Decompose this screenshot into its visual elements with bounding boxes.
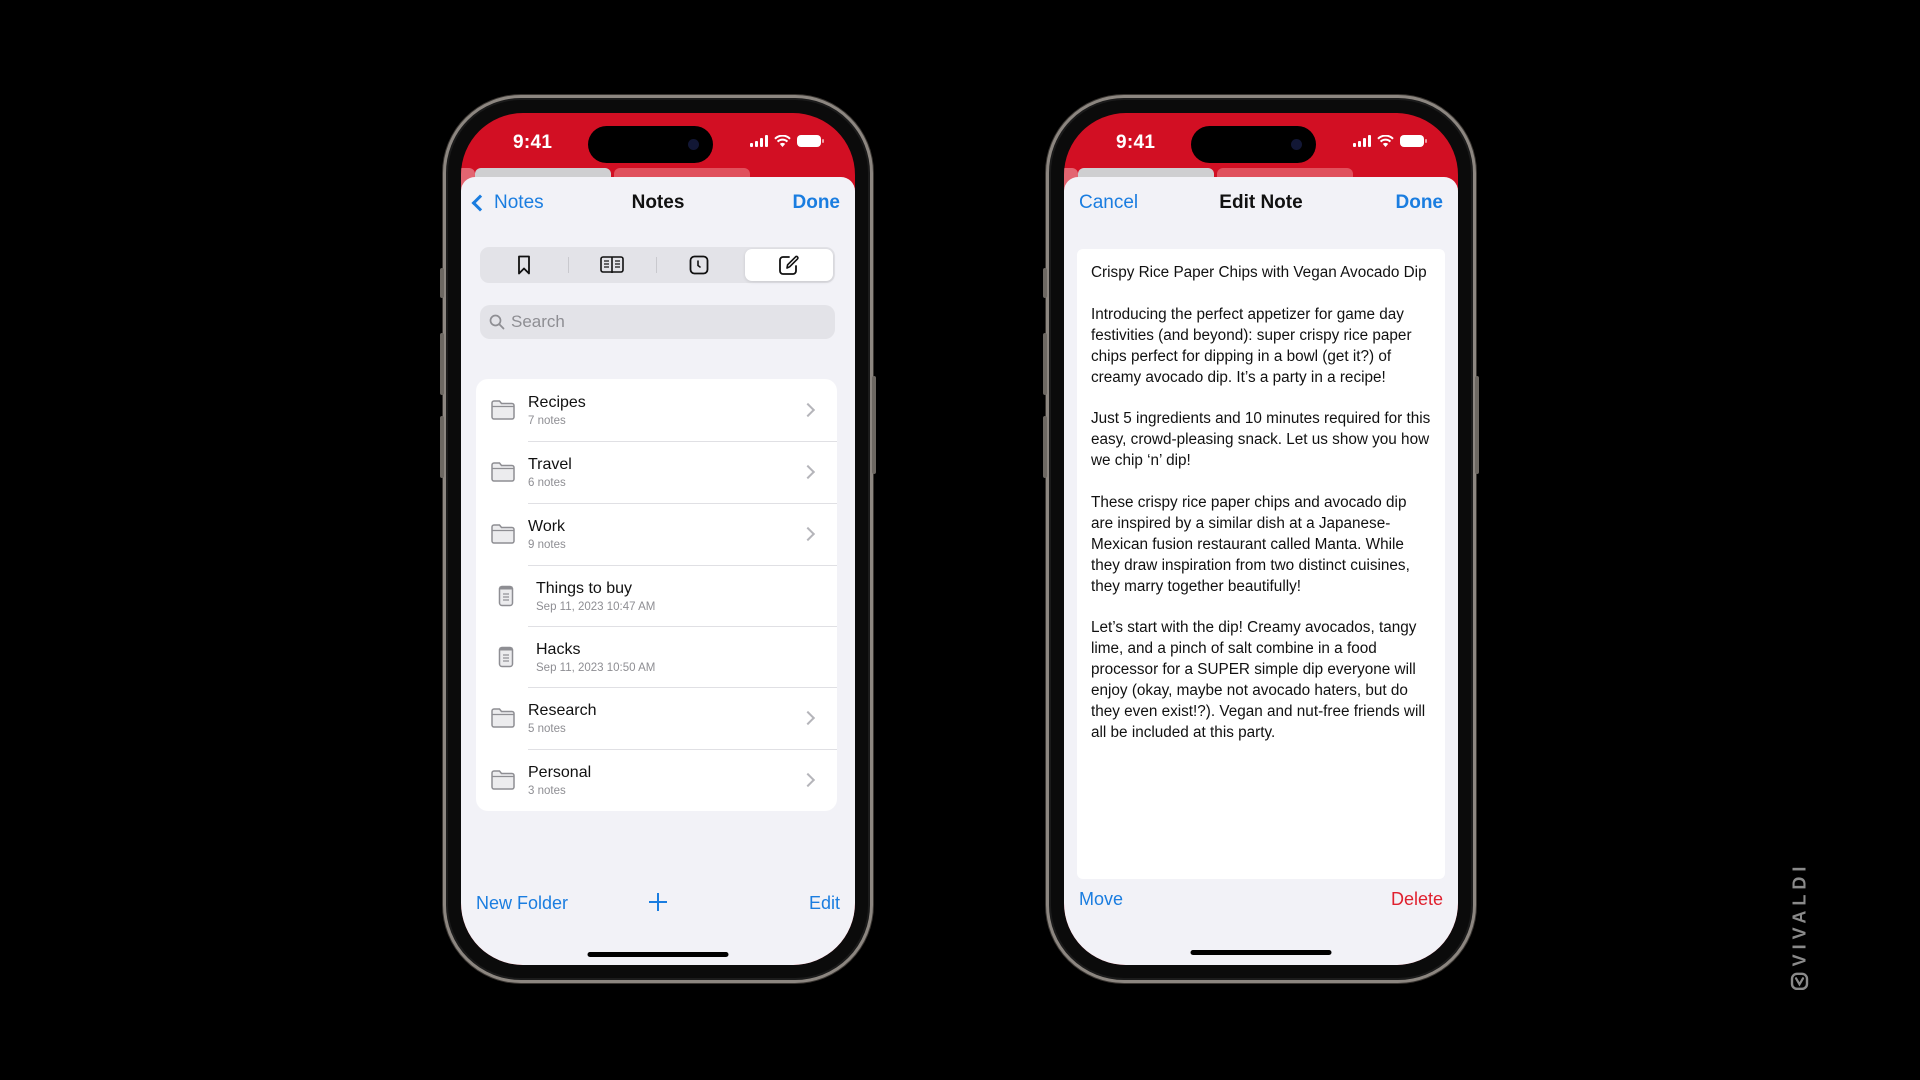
- volume-down-button: [1043, 416, 1047, 478]
- item-title: Travel: [528, 456, 572, 473]
- add-note-button[interactable]: [647, 891, 669, 918]
- folder-icon: [491, 524, 515, 544]
- note-editor[interactable]: Crispy Rice Paper Chips with Vegan Avoca…: [1077, 249, 1445, 879]
- reading-list-icon: [599, 256, 624, 273]
- action-button: [440, 268, 444, 298]
- folder-icon: [491, 462, 515, 482]
- folder-list-item[interactable]: Research 5 notes: [476, 687, 837, 749]
- item-subtitle: Sep 11, 2023 10:47 AM: [536, 600, 656, 613]
- camera-icon: [688, 139, 699, 150]
- volume-up-button: [1043, 333, 1047, 395]
- dynamic-island: [1191, 126, 1316, 163]
- folder-list-item[interactable]: Personal 3 notes: [476, 749, 837, 811]
- panel-segmented-control: [480, 247, 835, 283]
- notes-panel-sheet: Notes Notes Done Search Recipes 7 notes …: [461, 177, 855, 965]
- tab-bookmarks[interactable]: [480, 247, 568, 283]
- bottom-toolbar: Move Delete: [1064, 881, 1458, 921]
- notes-list: Recipes 7 notes Travel 6 notes Work 9 notes Th…: [476, 379, 837, 811]
- item-title: Research: [528, 702, 597, 719]
- battery-icon: [797, 135, 824, 147]
- cellular-signal-icon: [1353, 135, 1371, 147]
- volume-down-button: [440, 416, 444, 478]
- history-icon: [689, 255, 709, 275]
- note-body-text[interactable]: Crispy Rice Paper Chips with Vegan Avoca…: [1091, 263, 1431, 744]
- bottom-toolbar: New Folder Edit: [461, 885, 855, 925]
- tab-reading-list[interactable]: [567, 247, 656, 283]
- folder-list-item[interactable]: Work 9 notes: [476, 503, 837, 565]
- search-input[interactable]: [511, 312, 811, 332]
- status-time: 9:41: [513, 132, 553, 153]
- bookmark-icon: [517, 255, 530, 275]
- home-indicator[interactable]: [1190, 950, 1332, 955]
- search-field[interactable]: [480, 305, 835, 339]
- status-bar: 9:41: [1064, 113, 1458, 173]
- dynamic-island: [588, 126, 713, 163]
- chevron-right-icon: [800, 464, 816, 480]
- item-title: Personal: [528, 764, 592, 781]
- item-subtitle: 9 notes: [528, 539, 566, 551]
- battery-icon: [1400, 135, 1427, 147]
- status-bar: 9:41: [461, 113, 855, 173]
- action-button: [1043, 268, 1047, 298]
- phone-notes-panel: 9:41 Notes Notes Done Search Recipes 7 n…: [440, 95, 876, 983]
- notes-icon: [779, 255, 799, 275]
- item-title: Things to buy: [536, 579, 633, 597]
- wifi-icon: [774, 135, 791, 147]
- item-subtitle: 5 notes: [528, 723, 566, 735]
- phone-edit-note: 9:41 Cancel Edit Note Done Crispy Rice P…: [1043, 95, 1479, 983]
- plus-icon: [649, 893, 667, 911]
- status-time: 9:41: [1116, 132, 1156, 153]
- item-title: Hacks: [536, 640, 581, 658]
- item-title: Recipes: [528, 394, 586, 411]
- folder-list-item[interactable]: Recipes 7 notes: [476, 379, 837, 441]
- chevron-right-icon: [800, 772, 816, 788]
- vivaldi-branding: VIVALDI: [1786, 860, 1814, 992]
- folder-icon: [491, 708, 515, 728]
- tab-notes[interactable]: [745, 249, 833, 281]
- camera-icon: [1291, 139, 1302, 150]
- edit-note-sheet: Cancel Edit Note Done Crispy Rice Paper …: [1064, 177, 1458, 965]
- chevron-right-icon: [800, 402, 816, 418]
- item-subtitle: Sep 11, 2023 10:50 AM: [536, 661, 656, 674]
- move-button[interactable]: Move: [1079, 889, 1123, 910]
- tab-history[interactable]: [655, 247, 744, 283]
- item-subtitle: 3 notes: [528, 785, 566, 797]
- new-folder-button[interactable]: New Folder: [476, 893, 568, 914]
- chevron-right-icon: [800, 710, 816, 726]
- note-icon: [498, 585, 514, 606]
- vivaldi-logo-icon: [1790, 972, 1809, 991]
- done-button[interactable]: Done: [793, 192, 841, 214]
- search-icon: [489, 314, 505, 330]
- navigation-bar: Notes Notes Done: [461, 177, 855, 231]
- folder-icon: [491, 770, 515, 790]
- vivaldi-wordmark: VIVALDI: [1789, 861, 1810, 967]
- phone-screen: 9:41 Notes Notes Done Search Recipes 7 n…: [461, 113, 855, 965]
- cellular-signal-icon: [750, 135, 768, 147]
- delete-button[interactable]: Delete: [1391, 889, 1443, 910]
- navigation-bar: Cancel Edit Note Done: [1064, 177, 1458, 231]
- item-subtitle: 6 notes: [528, 477, 566, 489]
- note-icon: [498, 646, 514, 667]
- item-subtitle: 7 notes: [528, 415, 566, 427]
- note-list-item[interactable]: Hacks Sep 11, 2023 10:50 AM: [476, 626, 837, 687]
- wifi-icon: [1377, 135, 1394, 147]
- phone-screen: 9:41 Cancel Edit Note Done Crispy Rice P…: [1064, 113, 1458, 965]
- done-button[interactable]: Done: [1396, 192, 1444, 214]
- power-button: [1475, 376, 1479, 474]
- power-button: [872, 376, 876, 474]
- folder-icon: [491, 400, 515, 420]
- home-indicator[interactable]: [587, 952, 729, 957]
- note-list-item[interactable]: Things to buy Sep 11, 2023 10:47 AM: [476, 565, 837, 626]
- item-title: Work: [528, 518, 566, 535]
- edit-button[interactable]: Edit: [809, 893, 840, 914]
- folder-list-item[interactable]: Travel 6 notes: [476, 441, 837, 503]
- volume-up-button: [440, 333, 444, 395]
- chevron-right-icon: [800, 526, 816, 542]
